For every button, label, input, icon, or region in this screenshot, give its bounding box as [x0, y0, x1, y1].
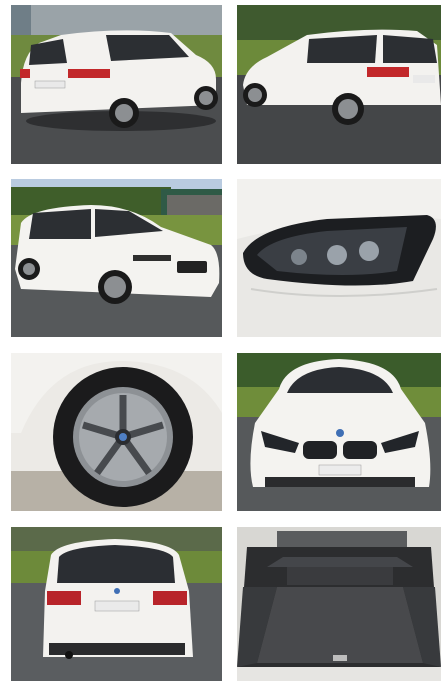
- gallery-photo-rear[interactable]: [11, 527, 222, 681]
- photo-headlight-image: [237, 179, 441, 337]
- photo-front-right-image: [11, 179, 222, 337]
- photo-rear-left-image: [11, 5, 222, 164]
- photo-gallery: [0, 0, 442, 683]
- gallery-photo-headlight[interactable]: [237, 179, 441, 337]
- gallery-photo-rear-left[interactable]: [11, 5, 222, 164]
- gallery-photo-rear-right[interactable]: [237, 5, 441, 164]
- photo-rear-image: [11, 527, 222, 681]
- photo-front-image: [237, 353, 441, 511]
- gallery-photo-wheel[interactable]: [11, 353, 222, 511]
- photo-rear-right-image: [237, 5, 441, 164]
- gallery-photo-front[interactable]: [237, 353, 441, 511]
- photo-wheel-image: [11, 353, 222, 511]
- photo-trunk-image: [237, 527, 441, 681]
- gallery-photo-front-right[interactable]: [11, 179, 222, 337]
- gallery-photo-trunk[interactable]: [237, 527, 441, 681]
